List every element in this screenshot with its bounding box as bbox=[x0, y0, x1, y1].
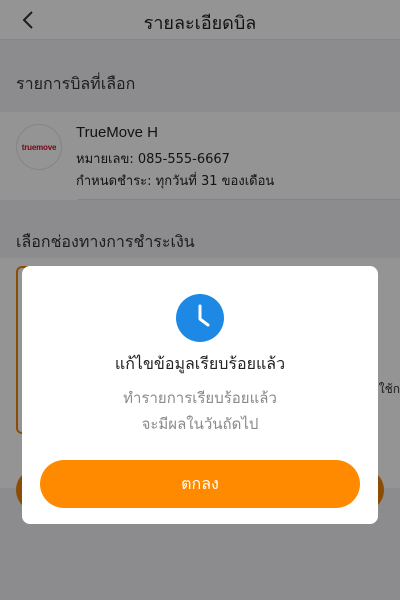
modal-message-line2: จะมีผลในวันถัดไป bbox=[141, 415, 259, 433]
modal-title: แก้ไขข้อมูลเรียบร้อยแล้ว bbox=[114, 354, 286, 373]
ok-button[interactable]: ตกลง bbox=[40, 460, 360, 508]
success-modal: แก้ไขข้อมูลเรียบร้อยแล้ว ทำรายการเรียบร้… bbox=[22, 266, 378, 524]
clock-icon bbox=[176, 294, 224, 342]
modal-message-line1: ทำรายการเรียบร้อยแล้ว bbox=[123, 389, 277, 407]
